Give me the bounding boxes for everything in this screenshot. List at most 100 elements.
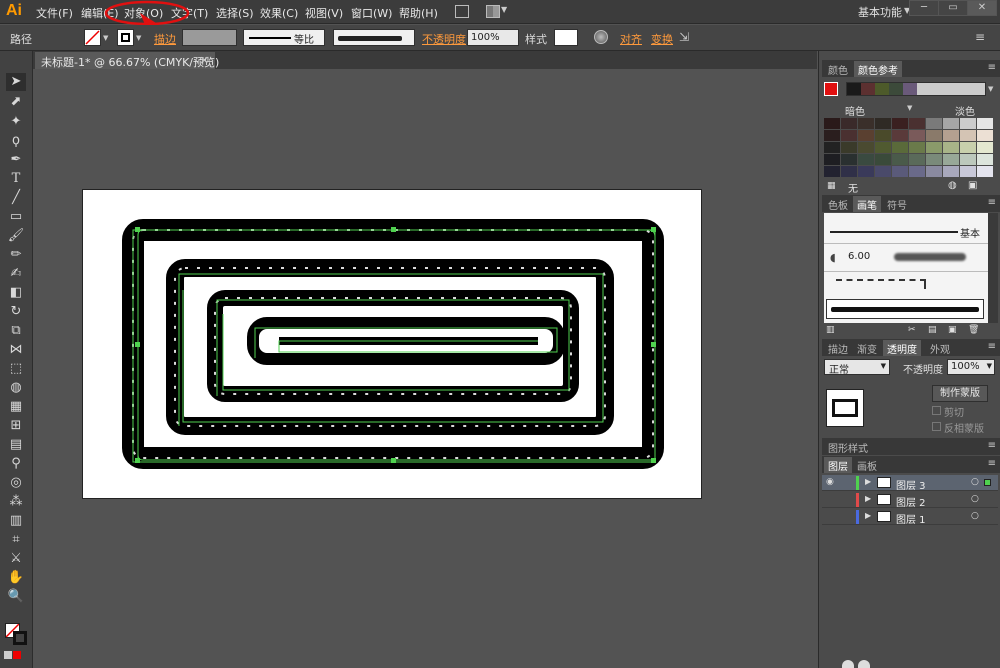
pattern-brush-preview[interactable] (836, 279, 926, 289)
color-variation-swatch[interactable] (943, 166, 959, 177)
slice-tool-icon[interactable]: ⚔ (6, 550, 26, 568)
artboard[interactable] (82, 189, 702, 499)
color-variation-swatch[interactable] (943, 142, 959, 153)
color-variation-swatch[interactable] (858, 118, 874, 129)
panel-menu-icon[interactable]: ≡ (988, 341, 996, 352)
color-variation-swatch[interactable] (977, 130, 993, 141)
menu-effect[interactable]: 效果(C) (260, 5, 298, 21)
color-variation-swatch[interactable] (909, 166, 925, 177)
selected-brush-preview[interactable] (826, 299, 984, 319)
tab-transparency[interactable]: 透明度 (883, 340, 921, 356)
color-variation-swatch[interactable] (960, 142, 976, 153)
arrange-documents-icon[interactable] (486, 5, 500, 18)
eyedropper-tool-icon[interactable]: ⚲ (6, 455, 26, 473)
harmony-swatch[interactable] (875, 83, 889, 95)
color-variation-swatch[interactable] (909, 118, 925, 129)
close-window-button[interactable]: ✕ (967, 0, 997, 16)
brush-list[interactable]: 基本 ◖ 6.00 (824, 213, 988, 323)
graphic-style-swatch[interactable] (554, 29, 578, 46)
opacity-field[interactable]: 100% (467, 29, 519, 46)
color-variation-swatch[interactable] (858, 166, 874, 177)
tab-stroke[interactable]: 描边 (824, 340, 852, 356)
none-mode-icon[interactable] (13, 651, 21, 659)
pencil-tool-icon[interactable]: ✏ (6, 246, 26, 264)
color-variation-swatch[interactable] (943, 118, 959, 129)
color-variation-swatch[interactable] (875, 118, 891, 129)
fill-swatch[interactable] (84, 29, 101, 46)
harmony-swatch[interactable] (847, 83, 861, 95)
blob-brush-tool-icon[interactable]: ✍ (6, 265, 26, 283)
mesh-tool-icon[interactable]: ⊞ (6, 417, 26, 435)
panel-menu-icon[interactable]: ≡ (988, 197, 996, 208)
color-variation-swatch[interactable] (977, 154, 993, 165)
menu-edit[interactable]: 编辑(E) (81, 5, 119, 21)
color-variation-swatch[interactable] (926, 154, 942, 165)
color-variation-swatch[interactable] (824, 142, 840, 153)
color-variation-swatch[interactable] (824, 166, 840, 177)
menu-help[interactable]: 帮助(H) (399, 5, 438, 21)
color-variation-swatch[interactable] (875, 130, 891, 141)
type-tool-icon[interactable]: T (6, 170, 26, 188)
layer-row[interactable]: ▶ 图层 2 ○ (822, 492, 998, 509)
workspace-switcher[interactable]: 基本功能 (858, 4, 902, 20)
harmony-rules-bar[interactable] (846, 82, 986, 96)
eraser-tool-icon[interactable]: ◧ (6, 284, 26, 302)
color-variation-swatch[interactable] (909, 130, 925, 141)
tab-symbols[interactable]: 符号 (883, 196, 911, 212)
tab-appearance[interactable]: 外观 (926, 340, 954, 356)
opacity-link[interactable]: 不透明度 (422, 31, 466, 47)
opacity-input[interactable]: 100% ▼ (947, 359, 995, 375)
harmony-swatch[interactable] (861, 83, 875, 95)
tab-brushes[interactable]: 画笔 (853, 196, 881, 212)
selection-indicator[interactable] (984, 479, 991, 486)
harmony-swatch[interactable] (889, 83, 903, 95)
menu-type[interactable]: 文字(T) (171, 5, 208, 21)
tab-swatches[interactable]: 色板 (824, 196, 852, 212)
layer-row[interactable]: ◉ ▶ 图层 3 ○ (822, 475, 998, 492)
save-colors-icon[interactable]: ▣ (968, 180, 977, 191)
mask-thumbnail[interactable] (826, 389, 864, 427)
brush-library-icon[interactable]: ▥ (826, 325, 835, 335)
base-color-swatch[interactable] (824, 82, 838, 96)
color-variation-swatch[interactable] (926, 130, 942, 141)
color-variation-swatch[interactable] (841, 166, 857, 177)
tab-color[interactable]: 颜色 (824, 61, 852, 77)
color-variation-swatch[interactable] (977, 118, 993, 129)
artboard-tool-icon[interactable]: ⌗ (6, 531, 26, 549)
color-variation-swatch[interactable] (960, 130, 976, 141)
zoom-tool-icon[interactable]: 🔍 (6, 588, 26, 606)
rectangle-tool-icon[interactable]: ▭ (6, 208, 26, 226)
gradient-tool-icon[interactable]: ▤ (6, 436, 26, 454)
color-variation-swatch[interactable] (875, 142, 891, 153)
lasso-tool-icon[interactable]: ϙ (6, 132, 26, 150)
color-variation-swatch[interactable] (824, 130, 840, 141)
blend-mode-select[interactable]: 正常 ▼ (824, 359, 890, 376)
charcoal-brush-preview[interactable] (894, 253, 966, 261)
stroke-swatch[interactable] (117, 29, 134, 46)
make-mask-button[interactable]: 制作蒙版 (932, 385, 988, 402)
color-variation-swatch[interactable] (875, 166, 891, 177)
tab-color-guide[interactable]: 颜色参考 (854, 61, 902, 77)
swatch-library-icon[interactable]: ▦ (827, 181, 836, 191)
panel-menu-icon[interactable]: ≡ (975, 30, 985, 44)
layer-row[interactable]: ▶ 图层 1 ○ (822, 509, 998, 526)
transform-link[interactable]: 变换 (651, 31, 673, 47)
color-variation-swatch[interactable] (977, 166, 993, 177)
color-variation-swatch[interactable] (926, 142, 942, 153)
color-variation-swatch[interactable] (892, 142, 908, 153)
target-circle-icon[interactable]: ○ (971, 511, 979, 521)
tab-layers[interactable]: 图层 (824, 457, 852, 473)
color-variation-swatch[interactable] (926, 118, 942, 129)
align-link[interactable]: 对齐 (620, 31, 642, 47)
color-variation-swatch[interactable] (892, 130, 908, 141)
stroke-color-icon[interactable] (13, 631, 27, 645)
stroke-weight-field[interactable] (182, 29, 237, 46)
color-mode-icon[interactable] (4, 651, 12, 659)
spiral-brush-artwork[interactable] (83, 190, 701, 498)
rotate-tool-icon[interactable]: ↻ (6, 303, 26, 321)
edit-colors-icon[interactable]: ◍ (948, 180, 957, 191)
shape-builder-tool-icon[interactable]: ◍ (6, 379, 26, 397)
target-circle-icon[interactable]: ○ (971, 477, 979, 487)
color-variation-swatch[interactable] (892, 166, 908, 177)
tab-graphic-styles[interactable]: 图形样式 (824, 439, 872, 455)
